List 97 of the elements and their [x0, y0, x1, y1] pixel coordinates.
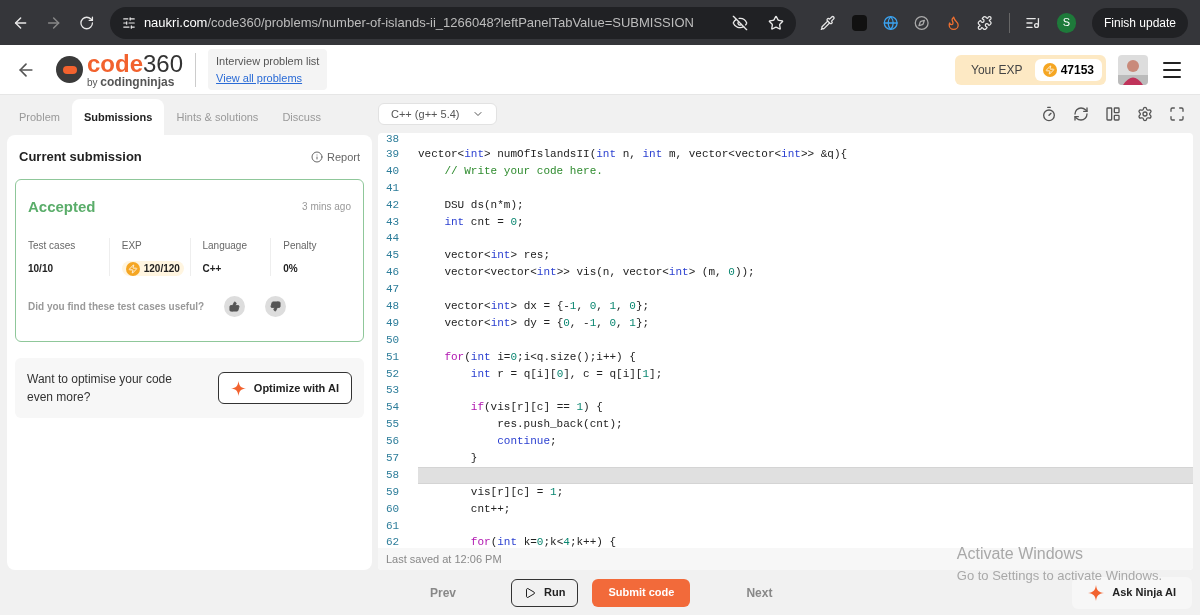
line-number: 49: [385, 315, 401, 331]
time-ago: 3 mins ago: [302, 200, 351, 215]
status-text: Accepted: [28, 196, 96, 217]
coin-icon: [125, 261, 140, 276]
layout-icon[interactable]: [1105, 106, 1121, 122]
thumbs-down-icon: [270, 301, 282, 312]
compass-icon[interactable]: [914, 14, 930, 31]
code-line: if(vis[r][c] == 1) {: [469, 400, 604, 416]
line-number: 48: [385, 299, 401, 314]
line-number: 60: [385, 501, 401, 517]
problem-list-title: Interview problem list: [216, 54, 320, 69]
optimize-ai-button[interactable]: Optimize with AI: [217, 372, 352, 404]
stat-label: EXP: [121, 239, 143, 253]
line-number: 44: [385, 231, 401, 247]
code-line: for(int k=0;k<4;k++) {: [469, 535, 618, 548]
optimise-text: Want to optimise your code even more?: [27, 371, 173, 406]
line-number: 52: [385, 366, 401, 382]
code-line: res.push_back(cnt);: [496, 417, 624, 433]
line-number: 43: [385, 214, 401, 230]
profile-avatar[interactable]: S: [1056, 12, 1076, 33]
line-number: 54: [385, 400, 401, 416]
panel-tab[interactable]: Submissions: [71, 99, 165, 135]
exp-badge: 120/120: [121, 261, 184, 276]
line-number: 56: [385, 434, 401, 450]
code-line: continue;: [496, 434, 558, 450]
code-line: DSU ds(n*m);: [443, 197, 525, 213]
refresh-icon[interactable]: [1073, 106, 1089, 122]
feedback-question: Did you find these test cases useful?: [28, 300, 205, 314]
run-button[interactable]: Run: [511, 578, 579, 607]
view-all-problems-link[interactable]: View all problems: [216, 69, 320, 86]
stat-label: Test cases: [28, 239, 77, 253]
line-number: 50: [385, 332, 401, 348]
code-line: vector<int> numOfIslandsII(int n, int m, vector<vector<int>> &q){: [418, 147, 849, 162]
finish-update-button[interactable]: Finish update: [1091, 7, 1188, 38]
code-line: int cnt = 0;: [443, 214, 525, 230]
code-line: int r = q[i][0], c = q[i][1];: [469, 366, 664, 382]
timer-icon[interactable]: [1041, 106, 1057, 122]
code-line: vector<int> res;: [443, 248, 552, 264]
prev-button[interactable]: Prev: [380, 583, 507, 602]
code-line: }: [469, 451, 479, 467]
url-text: naukri.com/code360/problems/number-of-islands-ii_1266048?leftPanelTabValue=SUBMISSION: [143, 13, 694, 32]
code-line: vector<int> dy = {0, -1, 0, 1};: [443, 315, 651, 331]
site-info-icon[interactable]: [121, 15, 136, 30]
code-line: for(int i=0;i<q.size();i++) {: [443, 349, 637, 365]
code-line: vector<int> dx = {-1, 0, 1, 0};: [443, 299, 651, 314]
pipette-icon[interactable]: [820, 14, 836, 31]
exp-label: Your EXP: [971, 61, 1023, 79]
stat-label: Language: [202, 239, 248, 253]
thumbs-up-button[interactable]: [224, 296, 246, 317]
code360-logo[interactable]: code360 by codingninjas: [56, 51, 184, 88]
coin-icon: [1042, 62, 1057, 77]
settings-icon[interactable]: [1137, 106, 1153, 122]
reload-icon[interactable]: [78, 14, 94, 31]
line-number: 41: [385, 180, 401, 196]
address-bar[interactable]: naukri.com/code360/problems/number-of-islands-ii_1266048?leftPanelTabValue=SUBMISSION: [109, 6, 797, 39]
line-number: 39: [385, 147, 401, 162]
eye-off-icon[interactable]: [732, 14, 749, 31]
code-line: vis[r][c] = 1;: [469, 484, 565, 500]
line-number: 45: [385, 248, 401, 264]
line-number: 40: [385, 163, 401, 179]
bookmark-star-icon[interactable]: [768, 14, 785, 31]
extensions-icon[interactable]: [977, 14, 993, 31]
code-line: // Write your code here.: [443, 163, 604, 179]
code-line: cnt++;: [469, 501, 512, 517]
line-number: 42: [385, 197, 401, 213]
globe-icon[interactable]: [883, 14, 899, 31]
last-saved-text: Last saved at 12:06 PM: [386, 551, 502, 567]
line-number: 62: [385, 535, 401, 548]
thumbs-up-icon: [229, 301, 241, 312]
stat-label: Penalty: [283, 239, 318, 253]
panel-title: Current submission: [19, 148, 142, 166]
exp-value: 47153: [1034, 58, 1102, 81]
line-number: 57: [385, 451, 401, 467]
stat-value: C++: [202, 262, 223, 276]
info-icon: [310, 150, 323, 163]
code-line: vector<vector<int>> vis(n, vector<int> (m, 0));: [443, 265, 756, 281]
activation-title: Activate Windows: [956, 543, 1085, 564]
line-number: 51: [385, 349, 401, 365]
line-number: 46: [385, 265, 401, 281]
stat-value: 0%: [283, 262, 299, 276]
sparkle-icon: [230, 380, 246, 396]
play-icon: [524, 586, 537, 599]
line-number: 53: [385, 383, 401, 399]
line-number: 47: [385, 282, 401, 298]
language-select[interactable]: C++ (g++ 5.4): [378, 103, 497, 125]
report-button[interactable]: Report: [310, 148, 360, 165]
fullscreen-icon[interactable]: [1169, 106, 1185, 122]
stat-value: 10/10: [28, 262, 55, 276]
sparkle-icon: [1088, 584, 1105, 601]
line-number: 61: [385, 518, 401, 534]
line-number: 58: [385, 467, 401, 483]
thumbs-down-button[interactable]: [265, 296, 287, 317]
ninja-logo-icon: [56, 56, 83, 83]
line-number: 55: [385, 417, 401, 433]
line-number: 59: [385, 484, 401, 500]
next-button[interactable]: Next: [690, 583, 829, 602]
line-number: 38: [385, 133, 401, 146]
